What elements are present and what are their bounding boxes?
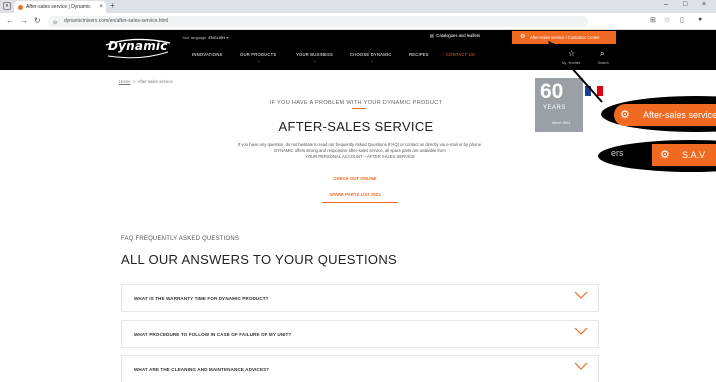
nav-innovations[interactable]: INNOVATIONS <box>192 52 222 57</box>
faq-item[interactable]: WHAT PROCEDURE TO FOLLOW IN CASE OF FAIL… <box>121 320 599 348</box>
language-label: Your language <box>182 36 207 40</box>
gear-icon: ⚙ <box>520 34 526 40</box>
breadcrumb: Home > After-sales service <box>119 79 173 84</box>
window-menu-icon[interactable]: ▾ <box>3 2 11 10</box>
breadcrumb-home[interactable]: Home <box>119 79 130 84</box>
chevron-down-icon: ⌄ <box>313 58 317 63</box>
nav-your-business[interactable]: YOUR BUSINESS <box>296 52 333 57</box>
chevron-down-icon: ⌄ <box>257 58 261 63</box>
language-value: ENGLISH <box>208 36 226 40</box>
spare-parts-list-link[interactable]: SPARE PARTS LIST 2024 <box>0 192 716 197</box>
faq-question: WHAT PROCEDURE TO FOLLOW IN CASE OF FAIL… <box>134 332 292 337</box>
maximize-icon[interactable]: □ <box>683 1 687 8</box>
chevron-down-icon <box>574 362 588 370</box>
nav-recipes[interactable]: RECIPES <box>409 52 429 57</box>
catalogues-link[interactable]: ▤ Catalogues and leaflets <box>430 33 480 38</box>
minimize-icon[interactable]: – <box>664 1 668 8</box>
chevron-down-icon <box>574 291 588 299</box>
dynamic-logo[interactable]: Dynamic <box>104 37 174 59</box>
url-input[interactable]: ⊙ dynamicmixers.com/en/after-sales-servi… <box>48 16 588 27</box>
faq-title: ALL OUR ANSWERS TO YOUR QUESTIONS <box>121 252 397 267</box>
browser-tabbar: ▾ After-sales service | Dynamic × + – □ … <box>0 0 716 13</box>
chevron-down-icon: ⌄ <box>370 58 374 63</box>
nav-choose-dynamic[interactable]: CHOOSE DYNAMIC <box>350 52 391 57</box>
address-bar: ← → ↻ ⊙ dynamicmixers.com/en/after-sales… <box>0 13 716 30</box>
nav-contact-us[interactable]: CONTACT US <box>446 52 475 57</box>
site-info-icon[interactable]: ⊙ <box>53 18 57 29</box>
translate-icon[interactable]: ⊞ <box>650 16 656 24</box>
gear-icon: ⚙ <box>620 109 630 121</box>
page: ▾ After-sales service | Dynamic × + – □ … <box>0 0 716 382</box>
tab-title: After-sales service | Dynamic <box>26 4 91 10</box>
hero-description: If you have any question, do not hesitat… <box>190 142 530 161</box>
browser-tab[interactable]: After-sales service | Dynamic × <box>14 1 106 13</box>
gear-icon: ⚙ <box>660 149 670 161</box>
cta-underline <box>322 202 398 203</box>
breadcrumb-current: After-sales service <box>137 79 173 84</box>
description-line-3: YOUR PERSONAL ACCOUNT – AFTER SALES SERV… <box>305 154 415 160</box>
reload-icon[interactable]: ↻ <box>34 16 41 25</box>
profile-icon[interactable]: ● <box>698 16 702 23</box>
chevron-down-icon <box>574 327 588 335</box>
faq-question: WHAT IS THE WARRANTY TIME FOR DYNAMIC PR… <box>134 296 269 301</box>
catalogues-label: Catalogues and leaflets <box>436 33 481 38</box>
new-tab-button[interactable]: + <box>110 1 115 10</box>
book-icon: ▤ <box>430 33 434 38</box>
url-text: dynamicmixers.com/en/after-sales-service… <box>64 18 169 24</box>
logo-text: Dynamic <box>108 39 168 53</box>
zoom-partial-text: ers <box>611 148 624 158</box>
tab-close-icon[interactable]: × <box>99 4 103 10</box>
breadcrumb-separator: > <box>132 79 136 84</box>
nav-our-products[interactable]: OUR PRODUCTS <box>240 52 276 57</box>
faq-pretitle: FAQ FREQUENTLY ASKED QUESTIONS <box>121 236 240 242</box>
faq-question: WHAT ARE THE CLEANING AND MAINTENANCE AD… <box>134 367 270 372</box>
language-selector[interactable]: Your language ENGLISH ▾ <box>182 35 228 40</box>
faq-item[interactable]: WHAT IS THE WARRANTY TIME FOR DYNAMIC PR… <box>121 284 599 312</box>
faq-item[interactable]: WHAT ARE THE CLEANING AND MAINTENANCE AD… <box>121 355 599 382</box>
arrow-pointer-icon <box>548 41 603 103</box>
extensions-icon[interactable]: ▯ <box>680 16 684 24</box>
back-icon[interactable]: ← <box>6 16 14 25</box>
forward-icon[interactable]: → <box>20 16 28 25</box>
favicon-icon <box>18 4 23 10</box>
check-out-online-link[interactable]: CHECK OUT ONLINE <box>0 176 716 181</box>
bookmark-star-icon[interactable]: ☆ <box>664 16 670 24</box>
close-window-icon[interactable]: × <box>702 1 706 8</box>
pretitle-underline <box>352 108 366 109</box>
